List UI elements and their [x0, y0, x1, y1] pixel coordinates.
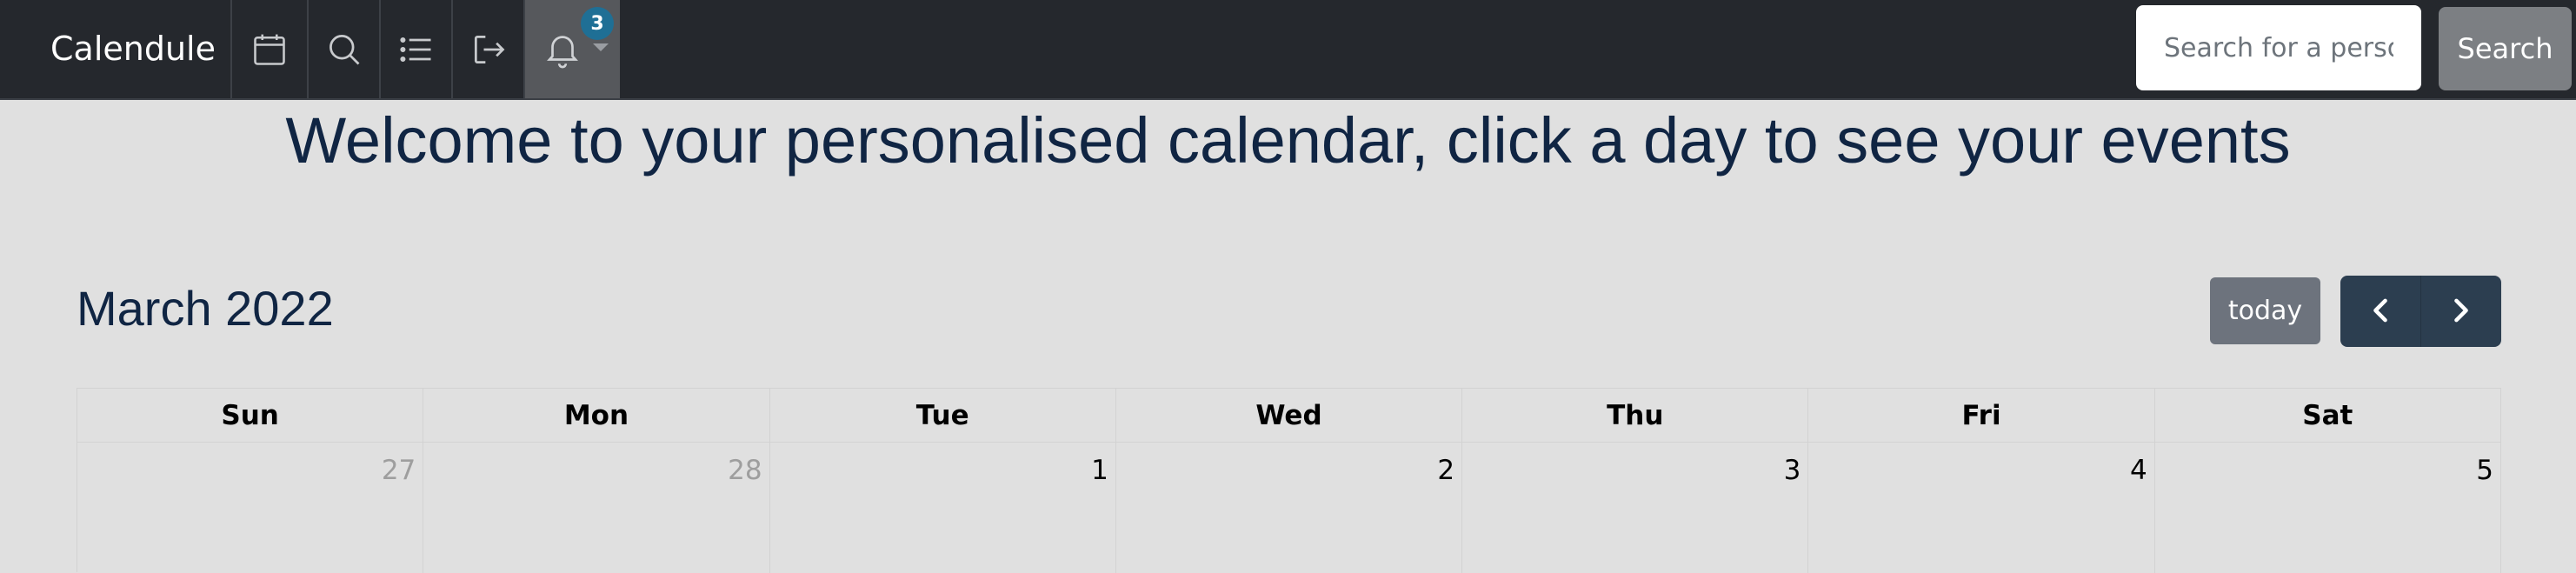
day-cell[interactable]: 2: [1116, 443, 1463, 573]
notification-count-badge: 3: [581, 7, 614, 40]
day-number[interactable]: 2: [1437, 455, 1454, 486]
prev-month-button[interactable]: [2340, 276, 2420, 347]
weekday-header: Fri: [1808, 389, 2155, 442]
today-button[interactable]: today: [2210, 277, 2320, 344]
calendar-icon: [250, 30, 289, 69]
weekday-header: Mon: [423, 389, 770, 442]
weekday-header: Sun: [77, 389, 424, 442]
week-row: 27 28 1 2 3 4 5: [77, 443, 2501, 573]
nav-calendar[interactable]: [230, 0, 307, 98]
nav-list[interactable]: [379, 0, 451, 98]
weekday-header: Thu: [1462, 389, 1809, 442]
day-number[interactable]: 27: [382, 455, 416, 486]
next-month-button[interactable]: [2420, 276, 2501, 347]
nav-logout[interactable]: [451, 0, 523, 98]
weekday-header-row: Sun Mon Tue Wed Thu Fri Sat: [77, 389, 2501, 443]
day-cell[interactable]: 27: [77, 443, 424, 573]
weekday-header: Wed: [1116, 389, 1463, 442]
month-navigation: [2340, 276, 2501, 347]
weekday-header: Sat: [2155, 389, 2501, 442]
weekday-header: Tue: [770, 389, 1116, 442]
chevron-right-icon: [2450, 297, 2473, 326]
day-cell[interactable]: 4: [1808, 443, 2155, 573]
day-cell[interactable]: 1: [770, 443, 1116, 573]
day-number[interactable]: 3: [1784, 455, 1801, 486]
day-number[interactable]: 5: [2476, 455, 2493, 486]
search-button[interactable]: Search: [2439, 7, 2572, 90]
day-cell[interactable]: 28: [423, 443, 770, 573]
top-navbar: Calendule 3 Search for a person Search: [0, 0, 2576, 100]
month-title: March 2022: [77, 281, 334, 336]
nav-search[interactable]: [307, 0, 379, 98]
nav-notifications[interactable]: 3: [523, 0, 620, 98]
day-cell[interactable]: 5: [2155, 443, 2501, 573]
calendar-grid: Sun Mon Tue Wed Thu Fri Sat 27 28 1 2 3 …: [77, 388, 2501, 573]
brand-logo-text[interactable]: Calendule: [50, 29, 216, 69]
search-input[interactable]: [2136, 5, 2421, 90]
chevron-left-icon: [2369, 297, 2392, 326]
chevron-down-icon: [593, 43, 609, 51]
day-number[interactable]: 28: [728, 455, 762, 486]
welcome-heading: Welcome to your personalised calendar, c…: [285, 104, 2291, 177]
day-number[interactable]: 1: [1091, 455, 1108, 486]
bell-icon: [542, 30, 582, 70]
logout-icon: [469, 30, 508, 69]
day-cell[interactable]: 3: [1462, 443, 1809, 573]
day-number[interactable]: 4: [2130, 455, 2147, 486]
search-icon: [325, 30, 363, 69]
list-icon: [397, 30, 436, 69]
